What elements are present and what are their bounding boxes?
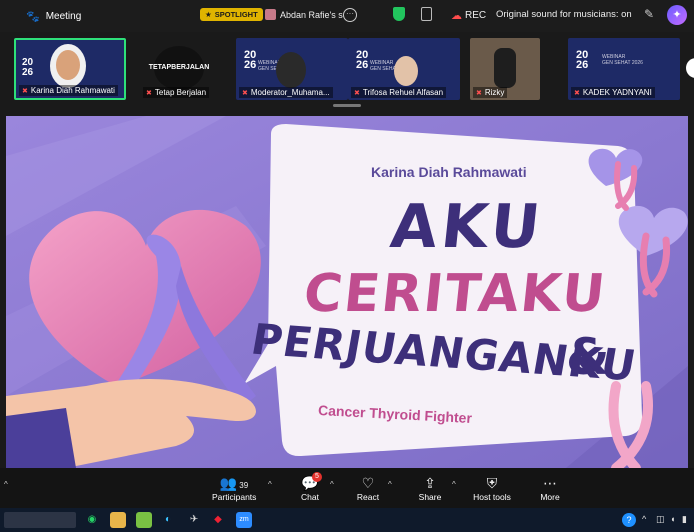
avatar [265, 9, 276, 20]
app-icon[interactable] [136, 512, 152, 528]
whatsapp-icon[interactable]: ◉ [84, 512, 100, 528]
more-options-icon[interactable]: ··· [343, 8, 357, 22]
cloud-record-icon: ☁ [451, 10, 462, 22]
participant-count: 39 [239, 481, 249, 490]
chat-icon: 💬 5 [296, 472, 324, 492]
help-icon[interactable]: ? [622, 513, 636, 527]
mic-muted-icon: ✖ [146, 89, 152, 97]
slide-speaker-name: Karina Diah Rahmawati [371, 164, 527, 180]
chevron-up-icon[interactable]: ^ [642, 514, 646, 524]
next-page-arrow[interactable] [686, 58, 694, 78]
battery-icon[interactable]: ▮ [682, 514, 687, 525]
participant-figure [494, 48, 516, 88]
spotlight-badge[interactable]: ★ SPOTLIGHT [200, 8, 263, 21]
strip-resize-handle[interactable] [333, 104, 361, 107]
original-sound-status[interactable]: Original sound for musicians: on [496, 9, 632, 20]
spotlight-participant[interactable]: Abdan Rafie's s [265, 9, 343, 20]
edge-icon[interactable]: ◐ [160, 512, 176, 528]
recording-indicator[interactable]: ☁ REC [451, 9, 486, 22]
title-bar: 🐾 Meeting ★ SPOTLIGHT Abdan Rafie's s ···… [0, 0, 694, 32]
participant-face [276, 52, 306, 88]
react-options-caret[interactable]: ^ [388, 480, 392, 489]
meeting-app-icon: 🐾 [26, 10, 40, 23]
app-icon[interactable]: ◆ [210, 512, 226, 528]
share-button[interactable]: ⇪ Share [416, 474, 444, 502]
participant-tile-rizky[interactable]: ✖ Rizky [470, 38, 540, 100]
shield-icon: ⛨ [486, 475, 498, 491]
participants-options-caret[interactable]: ^ [268, 480, 272, 489]
chevron-up-icon[interactable]: ^ [4, 480, 8, 489]
host-tools-button[interactable]: ⛨ Host tools [472, 474, 512, 502]
share-screen-icon: ⇪ [424, 475, 436, 491]
react-button[interactable]: ♡ React [354, 474, 382, 502]
shared-screen: Karina Diah Rahmawati AKU CERITAKU & PER… [6, 116, 688, 468]
chat-badge: 5 [312, 472, 322, 482]
participant-face [394, 56, 418, 86]
taskbar-search[interactable] [4, 512, 76, 528]
mic-muted-icon: ✖ [22, 87, 28, 95]
star-icon: ★ [205, 10, 212, 19]
app-icon[interactable]: ✈ [186, 512, 202, 528]
participant-strip: 20 26 ✖ Karina Diah Rahmawati TETAP BERJALA… [0, 32, 694, 104]
zoom-icon[interactable]: zm [236, 512, 252, 528]
os-taskbar: ◉ ◐ ✈ ◆ zm ? ^ ◫ ◖ ▮ [0, 508, 694, 532]
slide-title-line1: AKU [387, 192, 548, 262]
file-explorer-icon[interactable] [110, 512, 126, 528]
participants-icon: 👥 39 [219, 475, 249, 491]
chat-options-caret[interactable]: ^ [330, 480, 334, 489]
mic-muted-icon: ✖ [476, 89, 482, 97]
shield-icon[interactable] [393, 7, 405, 21]
network-icon[interactable]: ◫ [656, 514, 665, 525]
tetap-berjalan-logo: TETAP BERJALAN [149, 46, 209, 90]
more-button[interactable]: ⋯ More [536, 474, 564, 502]
participants-button[interactable]: 👥 39 Participants [212, 474, 256, 502]
more-icon: ⋯ [543, 475, 557, 491]
share-options-caret[interactable]: ^ [452, 480, 456, 489]
chat-button[interactable]: 💬 5 Chat [296, 472, 324, 502]
mic-muted-icon: ✖ [574, 89, 580, 97]
meeting-controls: ^ 👥 39 Participants ^ 💬 5 Chat ^ ♡ React ^… [0, 468, 694, 508]
document-icon[interactable] [421, 7, 432, 21]
participant-face [56, 50, 80, 80]
participant-tile-moderator[interactable]: 20 26 WEBINAR GEN SEHAT ✖ Moderator_Muhama.… [236, 38, 348, 100]
ai-companion-icon[interactable]: ✦ [667, 5, 687, 25]
pen-icon[interactable]: ✎ [644, 7, 654, 21]
participant-tile-tetap-berjalan[interactable]: TETAP BERJALAN ✖ Tetap Berjalan [140, 38, 210, 100]
volume-icon[interactable]: ◖ [670, 514, 675, 524]
heart-outline-icon: ♡ [361, 475, 375, 491]
mic-muted-icon: ✖ [242, 89, 248, 97]
slide-title-line2: CERITAKU [300, 264, 610, 324]
participant-tile-karina[interactable]: 20 26 ✖ Karina Diah Rahmawati [14, 38, 126, 100]
app-title: Meeting [45, 10, 82, 22]
participant-tile-kadek[interactable]: 20 26 WEBINAR GEN SEHAT 2026 ✖ KADEK YADNYA… [568, 38, 680, 100]
mic-muted-icon: ✖ [354, 89, 360, 97]
participant-tile-trifosa[interactable]: 20 26 WEBINAR GEN SEHAT ✖ Trifosa Rehuel Al… [348, 38, 460, 100]
